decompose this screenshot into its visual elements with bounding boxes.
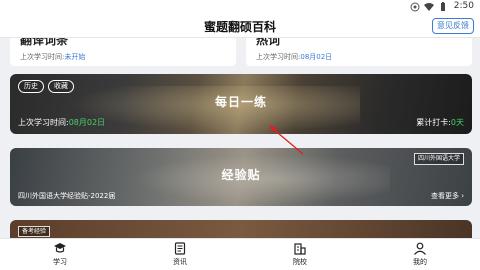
nav-label: 学习 bbox=[53, 258, 67, 266]
bottom-nav: 学习 资讯 院校 我的 bbox=[0, 238, 480, 270]
nav-profile[interactable]: 我的 bbox=[360, 239, 480, 270]
nav-study[interactable]: 学习 bbox=[0, 239, 120, 270]
next-card[interactable]: 备考经验 bbox=[10, 220, 472, 238]
nav-label: 资讯 bbox=[173, 258, 187, 266]
daily-streak: 累计打卡:0天 bbox=[416, 117, 464, 128]
last-study-label: 上次学习时间: bbox=[18, 118, 69, 127]
last-study-label: 上次学习时间: bbox=[20, 53, 65, 61]
page-title: 蜜题翻硕百科 bbox=[203, 20, 276, 34]
battery-icon bbox=[441, 2, 445, 11]
last-study-value: 08月02日 bbox=[68, 118, 106, 127]
daily-last-study: 上次学习时间:08月02日 bbox=[18, 117, 105, 128]
wifi-icon bbox=[424, 3, 434, 11]
top-cards: 翻译词条 上次学习时间:未开始 热词 上次学习时间:08月02日 bbox=[10, 38, 472, 66]
status-icons bbox=[410, 2, 448, 12]
card-last-study: 上次学习时间:未开始 bbox=[20, 52, 85, 62]
graduation-cap-icon bbox=[54, 243, 66, 253]
view-more-link[interactable]: 查看更多 › bbox=[431, 191, 464, 201]
status-bar: 2:50 bbox=[0, 0, 480, 14]
card-title: 翻译词条 bbox=[20, 38, 69, 47]
news-icon bbox=[174, 242, 186, 255]
favorites-tag-button[interactable]: 收藏 bbox=[48, 80, 74, 93]
card-last-study: 上次学习时间:08月02日 bbox=[256, 52, 332, 62]
notification-icon bbox=[410, 2, 420, 12]
tag-row: 历史 收藏 bbox=[18, 80, 74, 93]
last-study-value: 08月02日 bbox=[300, 53, 333, 61]
status-time: 2:50 bbox=[453, 1, 474, 11]
nav-news[interactable]: 资讯 bbox=[120, 239, 240, 270]
experience-subtitle: 四川外国语大学经验贴-2022届 bbox=[18, 192, 116, 200]
streak-label: 累计打卡: bbox=[416, 118, 451, 127]
app-header: 蜜题翻硕百科 意见反馈 bbox=[0, 14, 480, 38]
school-badge: 四川外国语大学 bbox=[413, 153, 464, 165]
daily-practice-title: 每日一练 bbox=[214, 95, 267, 109]
nav-schools[interactable]: 院校 bbox=[240, 239, 360, 270]
last-study-label: 上次学习时间: bbox=[256, 53, 301, 61]
nav-label: 我的 bbox=[413, 258, 427, 266]
experience-title: 经验贴 bbox=[221, 168, 261, 182]
experience-card[interactable]: 四川外国语大学 经验贴 四川外国语大学经验贴-2022届 查看更多 › bbox=[10, 148, 472, 206]
nav-label: 院校 bbox=[293, 258, 307, 266]
school-icon bbox=[294, 243, 306, 255]
user-icon bbox=[414, 242, 426, 255]
card-hot-words[interactable]: 热词 上次学习时间:08月02日 bbox=[246, 38, 472, 66]
feedback-button[interactable]: 意见反馈 bbox=[432, 18, 474, 34]
next-card-badge: 备考经验 bbox=[18, 226, 51, 237]
daily-practice-card[interactable]: 历史 收藏 每日一练 上次学习时间:08月02日 累计打卡:0天 bbox=[10, 74, 472, 134]
main-content[interactable]: 翻译词条 上次学习时间:未开始 热词 上次学习时间:08月02日 历史 收藏 每… bbox=[0, 38, 480, 238]
card-title: 热词 bbox=[256, 38, 281, 47]
history-tag-button[interactable]: 历史 bbox=[18, 80, 44, 93]
card-translation-terms[interactable]: 翻译词条 上次学习时间:未开始 bbox=[10, 38, 236, 66]
last-study-value: 未开始 bbox=[64, 53, 86, 61]
streak-value: 0天 bbox=[450, 118, 464, 127]
